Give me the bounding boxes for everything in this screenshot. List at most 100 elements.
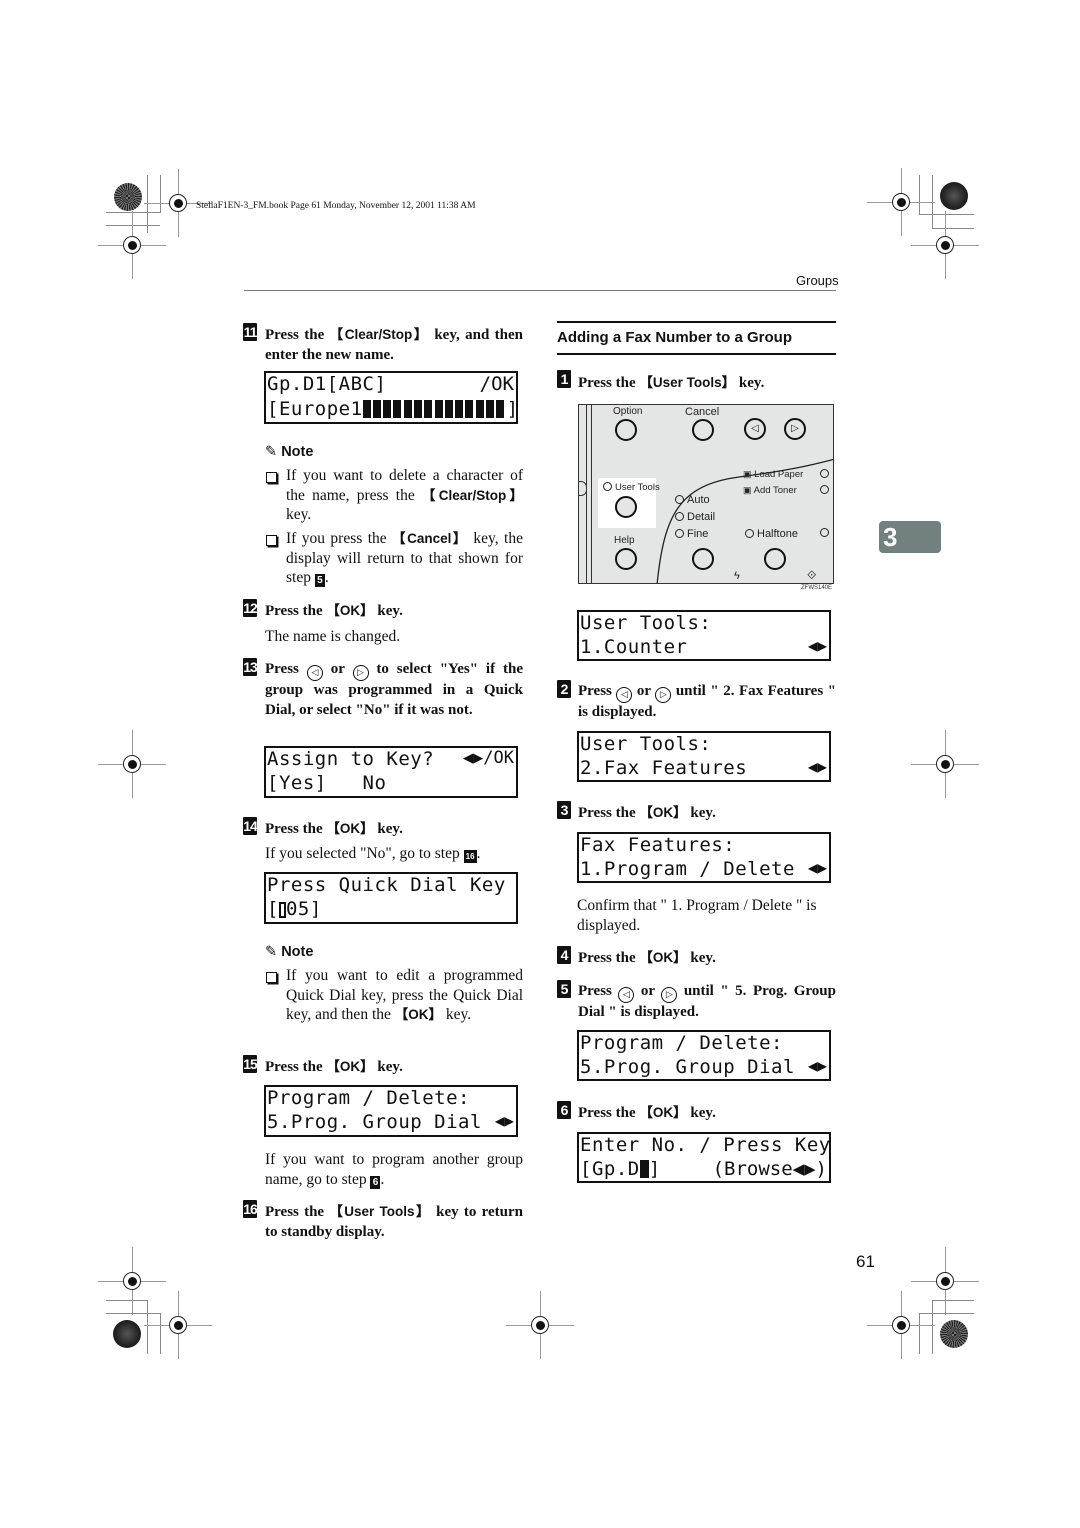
step-body: If you want to program another group nam… [265, 1151, 523, 1189]
label-detail: Detail [675, 511, 715, 523]
lcd-line-1: User Tools: [580, 733, 712, 755]
lightning-icon: ϟ [734, 570, 740, 582]
note-item: If you press the 【Cancel】 key, the displ… [286, 530, 523, 587]
lcd-line-2: [Gp.D] [580, 1158, 661, 1180]
stop-diamond-icon: ⟐ [807, 568, 817, 582]
lcd-line-1: User Tools: [580, 612, 712, 634]
lcd-line-1: Gp.D1[ABC] [267, 373, 387, 395]
section-rule-top [557, 321, 836, 323]
lcd-line-2: 5.Prog. Group Dial [580, 1056, 795, 1078]
right-arrow-button[interactable]: ▷ [784, 418, 806, 440]
lcd-line-2: 1.Counter [580, 636, 688, 658]
option-button[interactable] [615, 419, 637, 441]
step-number: 12 [243, 599, 258, 617]
lcd-line-1: Program / Delete: [267, 1087, 470, 1109]
label-auto: Auto [675, 494, 710, 506]
step-ref: 16 [463, 850, 477, 863]
header-rule [244, 290, 836, 291]
cancel-button[interactable] [692, 419, 714, 441]
step-number: 6 [557, 1101, 571, 1119]
step-number: 2 [557, 680, 571, 698]
halftone-button[interactable] [764, 548, 786, 570]
figure-code: ZFWS140E [801, 585, 833, 591]
lcd-line-2: [05] [267, 898, 322, 920]
lcd-line-2: [Europe1] [267, 398, 519, 420]
step-text: Press ◁ or ▷ to select "Yes" if the grou… [265, 661, 523, 718]
step-text: Press ◁ or ▷ until " 5. Prog. Group Dial… [578, 983, 836, 1020]
registration-starburst-icon [940, 1320, 968, 1348]
left-arrow-button[interactable]: ◁ [744, 418, 766, 440]
registration-starburst-icon [114, 183, 142, 211]
pencil-icon: ✎ [265, 944, 278, 960]
registration-disc-icon [113, 1320, 141, 1348]
lcd-line-1: Fax Features: [580, 834, 736, 856]
user-tools-button[interactable] [615, 496, 637, 518]
right-arrow-key-icon: ▷ [655, 687, 672, 703]
label-help: Help [614, 535, 635, 546]
control-panel-figure: Option Cancel ◁ ▷ User Tools Help Auto D… [578, 404, 834, 584]
lcd-display: Program / Delete: 5.Prog. Group Dial ◀▶ [577, 1030, 831, 1081]
checkbox-bullet-icon [266, 535, 277, 546]
pencil-icon: ✎ [265, 444, 278, 460]
step-number: 11 [243, 323, 257, 341]
step-body: If you selected "No", go to step 16. [265, 845, 481, 863]
lcd-filled-blocks [362, 398, 507, 420]
step-number: 14 [243, 817, 258, 835]
left-arrow-key-icon: ◁ [306, 665, 323, 681]
step-number: 5 [557, 980, 571, 998]
print-header: StellaF1EN-3_FM.book Page 61 Monday, Nov… [196, 201, 476, 211]
key-clear-stop: 【Clear/Stop】 [329, 327, 429, 342]
step-text: Press the 【Clear/Stop】 key, and then ent… [265, 327, 523, 363]
lcd-line-2: [Yes] No [267, 772, 387, 794]
lcd-arrows: ◀▶ [807, 757, 827, 776]
step-text: Press ◁ or ▷ until " 2. Fax Features " i… [578, 683, 837, 720]
note-heading: ✎ Note [265, 444, 314, 460]
step-text: Press the 【OK】 key. [578, 1105, 716, 1121]
step-ref: 5 [314, 574, 325, 587]
lcd-display: Gp.D1[ABC] /OK [Europe1] [264, 371, 518, 424]
step-body: The name is changed. [265, 628, 401, 645]
section-title: Adding a Fax Number to a Group [557, 329, 793, 346]
step-body: Confirm that " 1. Program / Delete " is … [577, 897, 817, 934]
lcd-line-1: Press Quick Dial Key [267, 874, 506, 896]
add-toner-icon: ▣ [743, 485, 752, 495]
user-tools-led-icon [603, 482, 612, 491]
lcd-cursor [278, 902, 286, 918]
help-button[interactable] [615, 548, 637, 570]
lcd-display: Press Quick Dial Key [05] [264, 872, 518, 924]
left-arrow-key-icon: ◁ [616, 687, 633, 703]
step-number: 1 [557, 370, 571, 388]
checkbox-bullet-icon [266, 472, 277, 483]
step-text: Press the 【OK】 key. [265, 821, 403, 837]
resolution-button[interactable] [692, 548, 714, 570]
lcd-line-1-right: /OK [479, 373, 514, 395]
lcd-arrows: ◀▶ [807, 636, 827, 655]
lcd-line-2-right: (Browse◀▶) [712, 1158, 827, 1180]
lcd-arrows: ◀▶ [494, 1111, 514, 1130]
step-number: 4 [557, 946, 571, 964]
auto-led-icon [675, 495, 684, 504]
edge-led-icon [820, 528, 832, 539]
label-halftone: Halftone [745, 528, 798, 540]
step-number: 3 [557, 801, 571, 819]
step-text: Press the 【OK】 key. [578, 950, 716, 966]
step-number: 16 [243, 1200, 258, 1218]
lcd-display: Fax Features: 1.Program / Delete ◀▶ [577, 832, 831, 883]
note-heading: ✎ Note [265, 944, 314, 960]
step-text: Press the 【OK】 key. [265, 603, 403, 619]
step-ref: 6 [370, 1175, 381, 1189]
fine-led-icon [675, 529, 684, 538]
step-number: 15 [243, 1055, 258, 1073]
page-number: 61 [856, 1252, 875, 1271]
lcd-line-2: 1.Program / Delete [580, 858, 795, 880]
detail-led-icon [675, 512, 684, 521]
step-number: 13 [243, 658, 258, 676]
label-option: Option [613, 406, 643, 417]
lcd-line-1: Enter No. / Press Key [580, 1134, 831, 1156]
note-item: If you want to edit a programmed Quick D… [286, 967, 523, 1023]
label-cancel: Cancel [685, 406, 720, 418]
lcd-display: Assign to Key? ◀▶/OK [Yes] No [264, 746, 518, 798]
label-load-paper: ▣ Load Paper [743, 469, 804, 480]
right-arrow-key-icon: ▷ [661, 987, 678, 1003]
lcd-line-2: 5.Prog. Group Dial [267, 1111, 482, 1133]
